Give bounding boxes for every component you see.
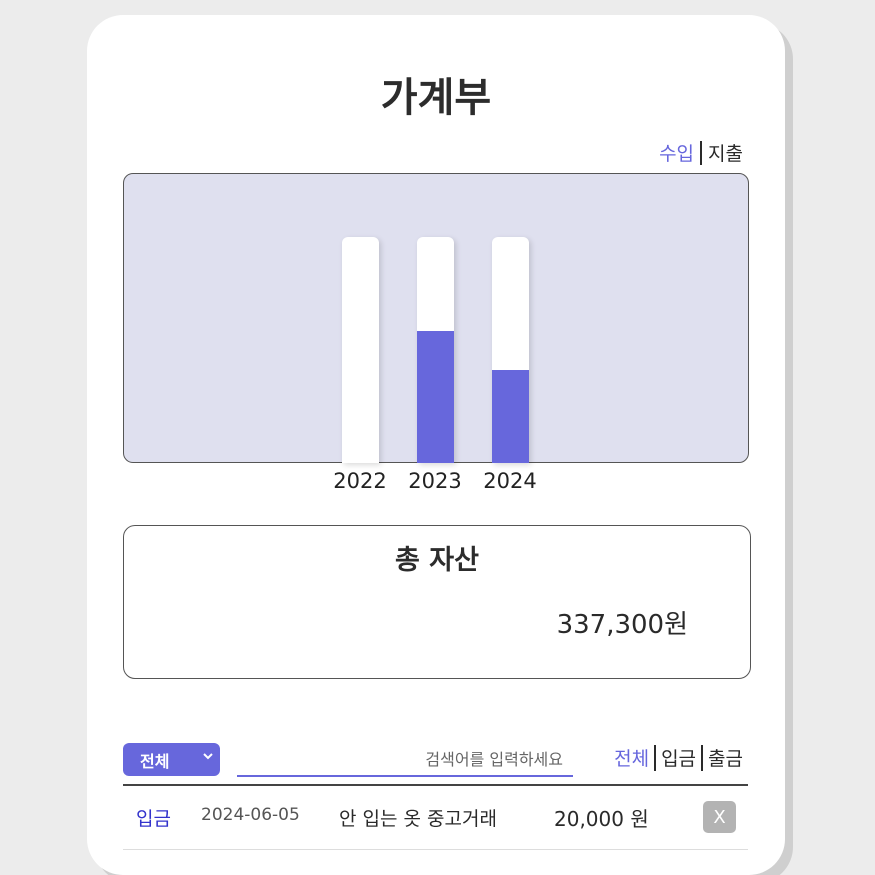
bar-track-2023: [417, 237, 454, 463]
bar-track-2024: [492, 237, 529, 463]
search-input[interactable]: [237, 748, 573, 770]
yearly-chart: [123, 173, 749, 463]
total-asset-title: 총 자산: [395, 545, 479, 576]
bar-2023: [417, 331, 454, 463]
transaction-amount: 20,000 원: [554, 807, 649, 831]
total-asset-box: 총 자산 337,300원: [123, 525, 751, 679]
category-select[interactable]: 전체: [123, 743, 220, 776]
x-tick-label: 2022: [333, 469, 387, 493]
x-tick-label: 2023: [408, 469, 462, 493]
page-title: 가계부: [380, 75, 492, 121]
ledger-card: 가계부 수입 지출 2022 2023 2024 총 자산 337,300원 전체 …: [87, 15, 785, 875]
bar-track-2022: [342, 237, 379, 463]
category-select-value: 전체: [140, 751, 170, 771]
filter-deposit[interactable]: 입금: [661, 744, 696, 771]
delete-button[interactable]: X: [703, 801, 736, 833]
transaction-description: 안 입는 옷 중고거래: [339, 808, 497, 830]
total-asset-amount: 337,300원: [556, 610, 688, 640]
filter-all[interactable]: 전체: [614, 744, 649, 771]
search-box: [237, 743, 573, 777]
toggle-divider: [700, 140, 703, 165]
toggle-income[interactable]: 수입: [659, 139, 694, 166]
filter-withdraw[interactable]: 출금: [708, 744, 743, 771]
type-filter: 전체 입금 출금: [614, 744, 743, 771]
chart-type-toggle: 수입 지출: [659, 139, 743, 166]
filter-divider: [654, 744, 657, 771]
x-tick-label: 2024: [483, 469, 537, 493]
toggle-expense[interactable]: 지출: [708, 139, 743, 166]
transaction-type: 입금: [136, 808, 171, 830]
transaction-row: 입금 2024-06-05 안 입는 옷 중고거래 20,000 원 X: [123, 786, 748, 850]
bar-2024: [492, 370, 529, 463]
filter-divider: [701, 744, 704, 771]
transaction-date: 2024-06-05: [201, 805, 300, 825]
chevron-down-icon: [203, 753, 213, 760]
